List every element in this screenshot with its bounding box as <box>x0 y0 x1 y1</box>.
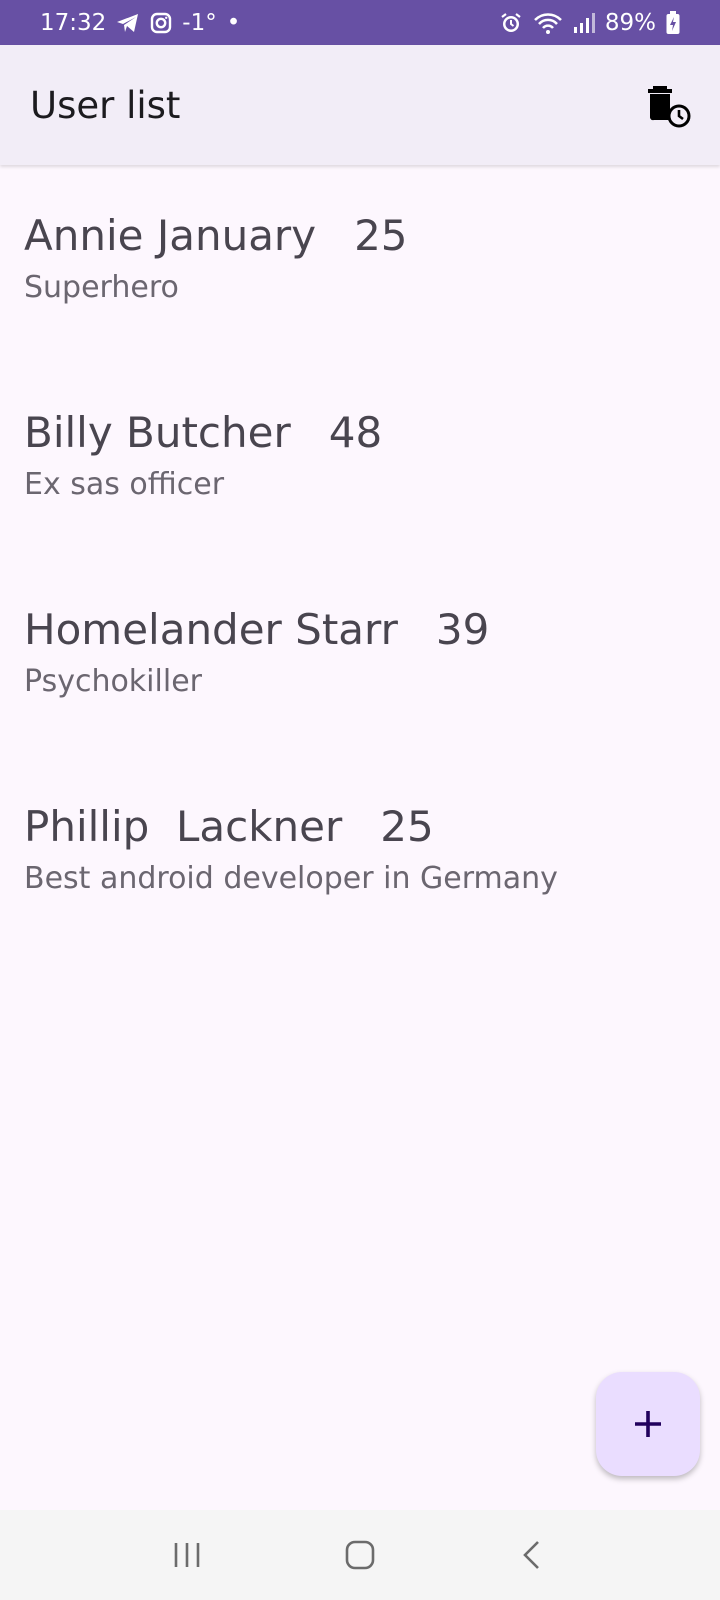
wifi-icon <box>533 11 563 35</box>
list-item[interactable]: Phillip Lackner 25 Best android develope… <box>0 757 720 954</box>
battery-icon <box>666 10 680 35</box>
signal-icon <box>573 12 595 34</box>
user-description: Ex sas officer <box>24 467 225 502</box>
user-description: Best android developer in Germany <box>24 861 558 896</box>
delete-history-button[interactable] <box>640 77 696 133</box>
list-item[interactable]: Billy Butcher 48 Ex sas officer <box>0 363 720 560</box>
top-app-bar: User list <box>0 45 720 165</box>
user-description: Superhero <box>24 270 179 305</box>
user-name: Billy Butcher <box>24 408 291 457</box>
user-name: Homelander Starr <box>24 605 398 654</box>
user-name: Annie January <box>24 211 317 260</box>
list-item[interactable]: Annie January 25 Superhero <box>0 166 720 363</box>
user-name: Phillip Lackner <box>24 802 343 851</box>
user-header: Annie January 25 <box>24 210 696 262</box>
status-dot: • <box>226 9 241 36</box>
home-icon <box>345 1540 375 1570</box>
user-age: 25 <box>354 211 408 260</box>
user-header: Phillip Lackner 25 <box>24 801 696 853</box>
user-age: 39 <box>435 605 490 654</box>
status-temperature: -1° <box>182 9 217 36</box>
user-description: Psychokiller <box>24 664 202 699</box>
recent-apps-icon <box>174 1543 199 1567</box>
back-button[interactable] <box>493 1515 573 1595</box>
list-item[interactable]: Homelander Starr 39 Psychokiller <box>0 560 720 757</box>
status-bar: 17:32 -1° • 89% <box>0 0 720 45</box>
alarm-icon <box>499 11 523 35</box>
status-time: 17:32 <box>40 9 107 36</box>
status-left: 17:32 -1° • <box>40 10 240 36</box>
user-header: Billy Butcher 48 <box>24 407 696 459</box>
instagram-icon <box>150 12 172 34</box>
user-list: Annie January 25 Superhero Billy Butcher… <box>0 166 720 954</box>
plus-icon <box>635 1411 661 1437</box>
delete-history-icon <box>648 86 691 128</box>
home-button[interactable] <box>320 1515 400 1595</box>
back-icon <box>523 1541 540 1569</box>
add-user-button[interactable] <box>596 1372 700 1476</box>
status-battery-percent: 89% <box>604 9 656 36</box>
page-title: User list <box>30 83 181 127</box>
user-age: 25 <box>380 802 434 851</box>
system-nav-bar <box>0 1510 720 1600</box>
status-right: 89% <box>499 10 680 36</box>
telegram-icon <box>116 12 140 34</box>
user-header: Homelander Starr 39 <box>24 604 696 656</box>
recent-apps-button[interactable] <box>147 1515 227 1595</box>
user-age: 48 <box>328 408 383 457</box>
